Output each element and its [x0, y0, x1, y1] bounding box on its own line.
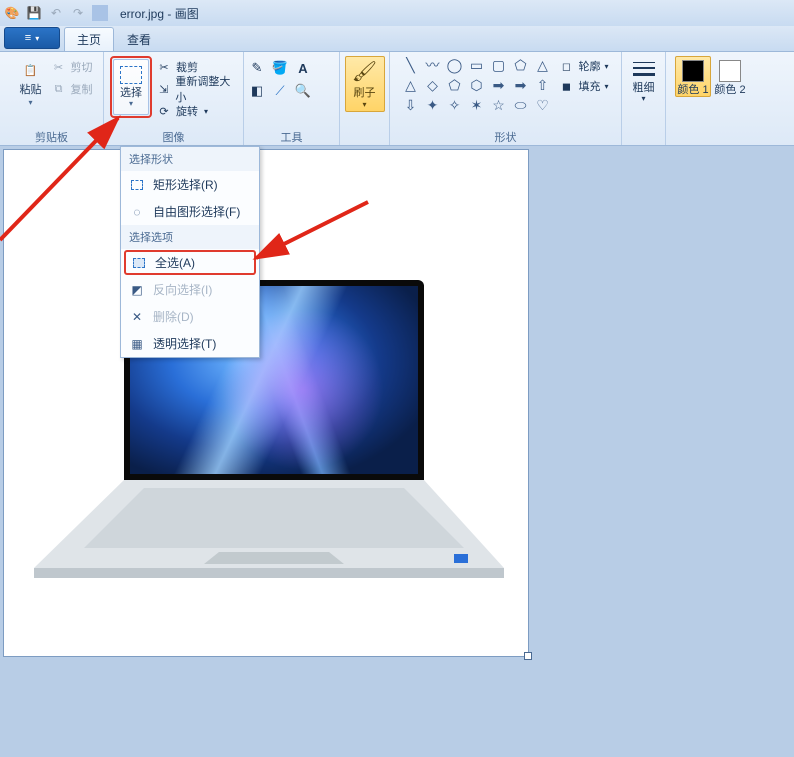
shape-fill-button[interactable]: ◼ 填充▾: [558, 78, 608, 94]
chevron-down-icon: ▾: [641, 94, 645, 103]
transparent-icon: ▦: [129, 336, 145, 352]
resize-icon: ⇲: [156, 81, 171, 97]
scissors-icon: ✂: [51, 59, 67, 75]
color2-swatch: [719, 60, 741, 82]
menu-item-rect-select[interactable]: 矩形选择(R): [121, 171, 259, 198]
chevron-down-icon: ▾: [28, 98, 32, 107]
brush-button[interactable]: 🖌 刷子 ▾: [345, 56, 385, 112]
undo-icon[interactable]: ↶: [48, 5, 64, 21]
menu-item-select-all[interactable]: 全选(A): [124, 250, 256, 275]
laptop-base-icon: [34, 478, 504, 598]
color2-button[interactable]: 颜色 2: [712, 56, 748, 96]
paste-button[interactable]: 📋 粘贴 ▾: [11, 54, 51, 107]
shape-triangle-icon: △: [532, 56, 552, 74]
fill-shape-icon: ◼: [558, 78, 574, 94]
picker-icon[interactable]: ⟋: [270, 81, 290, 101]
eraser-icon[interactable]: ◧: [247, 81, 267, 101]
menu-item-transparent[interactable]: ▦ 透明选择(T): [121, 330, 259, 357]
annotation-arrow-1: [0, 110, 130, 240]
shape-rect-icon: ▭: [466, 56, 486, 74]
delete-icon: ✕: [129, 309, 145, 325]
select-button[interactable]: 选择 ▾: [113, 59, 149, 115]
fill-icon[interactable]: 🪣: [270, 58, 290, 78]
select-all-icon: [131, 255, 147, 271]
app-menu-button[interactable]: ≡: [4, 27, 60, 49]
color1-button[interactable]: 颜色 1: [675, 56, 711, 97]
shape-roundrect-icon: ▢: [488, 56, 508, 74]
group-stroke: 粗细 ▾: [622, 52, 666, 145]
selection-icon: [120, 66, 142, 84]
menu-header-options: 选择选项: [121, 225, 259, 249]
menu-item-free-select[interactable]: ◌ 自由图形选择(F): [121, 198, 259, 225]
shape-curve-icon: 〰: [422, 56, 442, 74]
title-bar: 🎨 💾 ↶ ↷ error.jpg - 画图: [0, 0, 794, 26]
tab-home[interactable]: 主页: [64, 27, 114, 51]
group-label-shapes: 形状: [394, 129, 617, 145]
group-shapes: ╲〰◯▭▢⬠△ △◇⬠⬡➡➡⇧ ⇩✦✧✶☆⬭♡ ◻ 轮廓▾ ◼ 填充▾ 形状: [390, 52, 622, 145]
app-icon: 🎨: [4, 5, 20, 21]
free-select-icon: ◌: [129, 204, 145, 220]
outline-icon: ◻: [558, 58, 574, 74]
canvas-image: [34, 280, 504, 640]
group-brush: 🖌 刷子 ▾: [340, 52, 390, 145]
magnifier-icon[interactable]: 🔍: [293, 81, 313, 101]
tab-row: ≡ 主页 查看: [0, 26, 794, 52]
pencil-icon[interactable]: ✎: [247, 58, 267, 78]
highlight-select-button: 选择 ▾: [110, 56, 152, 118]
text-icon[interactable]: A: [293, 58, 313, 78]
tab-view[interactable]: 查看: [114, 27, 164, 51]
clipboard-icon: 📋: [19, 58, 43, 82]
color1-swatch: [682, 60, 704, 82]
rect-select-icon: [129, 177, 145, 193]
redo-icon[interactable]: ↷: [70, 5, 86, 21]
window-title: error.jpg - 画图: [120, 5, 199, 22]
stroke-icon: [633, 62, 655, 76]
quick-access-toolbar: 🎨 💾 ↶ ↷: [4, 5, 108, 21]
invert-icon: ◩: [129, 282, 145, 298]
group-label-tools: 工具: [248, 129, 335, 145]
menu-icon: ≡: [25, 32, 31, 44]
annotation-arrow-2: [250, 200, 370, 270]
qat-separator: [92, 5, 108, 21]
copy-button[interactable]: ⧉ 复制: [51, 80, 93, 98]
shape-polygon-icon: ⬠: [510, 56, 530, 74]
copy-icon: ⧉: [51, 81, 67, 97]
rotate-button[interactable]: ⟳ 旋转▾: [156, 102, 239, 120]
save-icon[interactable]: 💾: [26, 5, 42, 21]
shape-oval-icon: ◯: [444, 56, 464, 74]
brush-icon: 🖌: [352, 59, 377, 84]
cut-button[interactable]: ✂ 剪切: [51, 58, 93, 76]
group-tools: ✎ 🪣 A ◧ ⟋ 🔍 工具: [244, 52, 340, 145]
resize-button[interactable]: ⇲ 重新调整大小: [156, 80, 239, 98]
crop-icon: ✂: [156, 59, 172, 75]
group-label-brush: [344, 129, 385, 145]
chevron-down-icon: ▾: [362, 100, 366, 109]
shape-outline-button[interactable]: ◻ 轮廓▾: [558, 58, 608, 74]
group-colors: 颜色 1 颜色 2: [666, 52, 756, 145]
rotate-icon: ⟳: [156, 103, 172, 119]
chevron-down-icon: ▾: [129, 99, 133, 108]
shape-gallery[interactable]: ╲〰◯▭▢⬠△ △◇⬠⬡➡➡⇧ ⇩✦✧✶☆⬭♡: [398, 54, 554, 114]
menu-item-invert[interactable]: ◩ 反向选择(I): [121, 276, 259, 303]
menu-header-shapes: 选择形状: [121, 147, 259, 171]
menu-item-delete[interactable]: ✕ 删除(D): [121, 303, 259, 330]
stroke-width-button[interactable]: 粗细 ▾: [626, 54, 662, 103]
select-dropdown-menu: 选择形状 矩形选择(R) ◌ 自由图形选择(F) 选择选项 全选(A) ◩ 反向…: [120, 146, 260, 358]
shape-line-icon: ╲: [400, 56, 420, 74]
tool-grid: ✎ 🪣 A ◧ ⟋ 🔍: [245, 54, 338, 101]
